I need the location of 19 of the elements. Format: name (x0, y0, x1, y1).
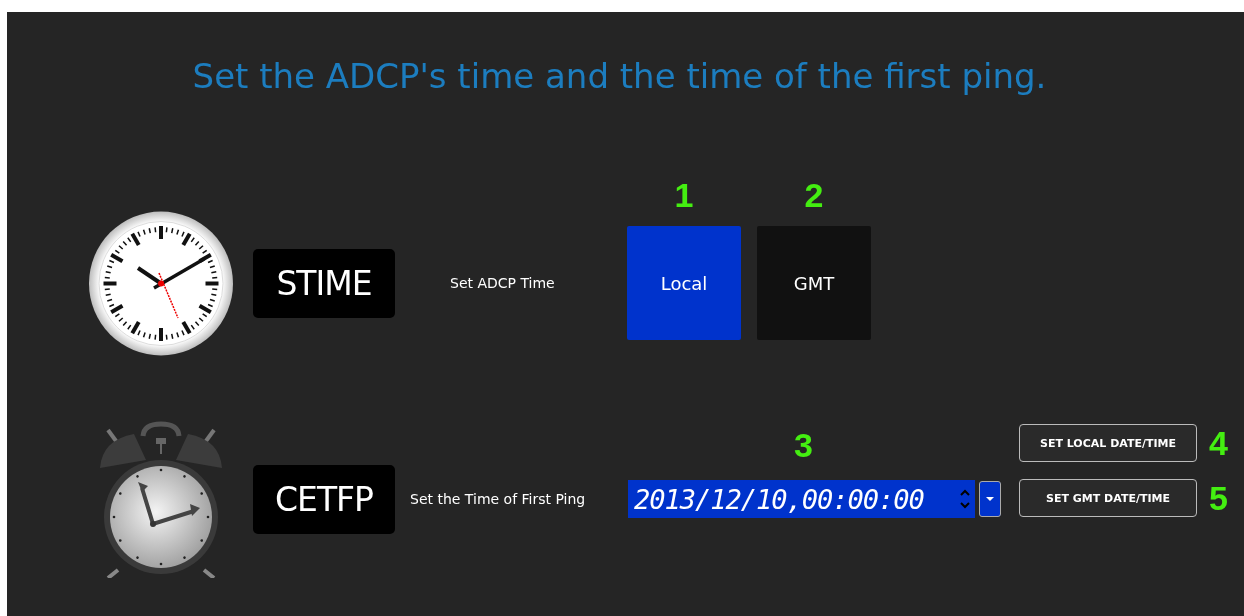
set-datetime-button[interactable]: SET GMT DATE/TIME (1019, 479, 1197, 517)
callout-number: 1 (673, 178, 695, 212)
callout-number: 5 (1209, 481, 1228, 515)
page-title: Set the ADCP's time and the time of the first ping. (191, 55, 1048, 98)
callout-number: 3 (794, 428, 813, 462)
time-mode-button[interactable]: Local (627, 226, 741, 340)
command-label: CETFP (253, 464, 395, 534)
alarm-clock-icon (98, 420, 224, 578)
set-datetime-button[interactable]: SET LOCAL DATE/TIME (1019, 424, 1197, 462)
command-label: STIME (253, 248, 395, 318)
callout-number: 2 (803, 178, 825, 212)
dropdown-button[interactable] (979, 481, 1001, 517)
wall-clock-icon (88, 209, 234, 357)
callout-number: 4 (1209, 426, 1228, 460)
time-mode-button[interactable]: GMT (757, 226, 871, 340)
datetime-field[interactable]: 2013/12/10,00:00:00 (628, 480, 975, 518)
setting-label: Set ADCP Time (450, 275, 556, 291)
setting-label: Set the Time of First Ping (410, 491, 587, 507)
caret-icon (985, 496, 995, 502)
